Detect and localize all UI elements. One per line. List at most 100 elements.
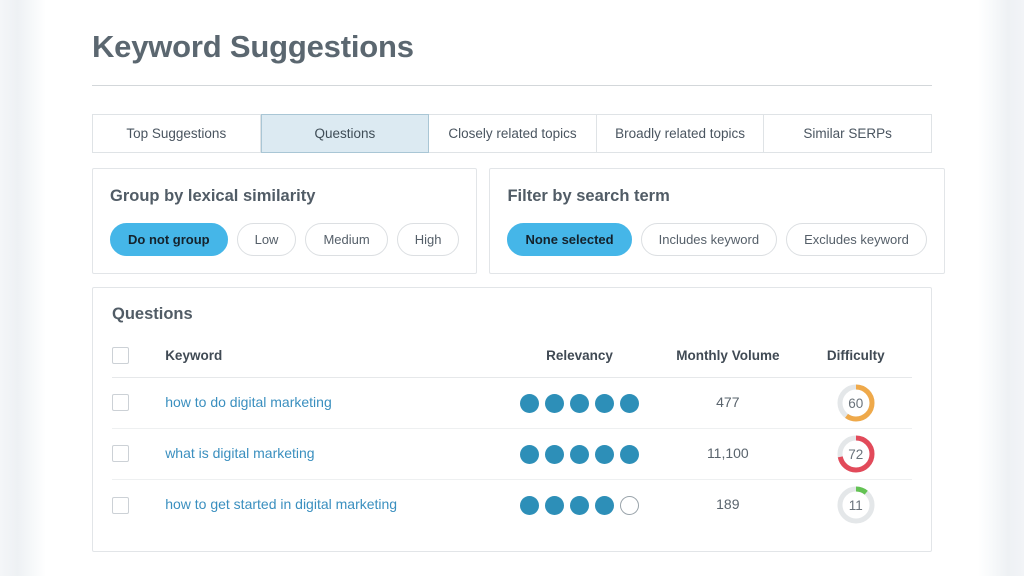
keyword-link[interactable]: how to do digital marketing [165, 394, 332, 410]
relevancy-dot-filled [620, 444, 639, 464]
monthly-volume-value: 11,100 [706, 445, 749, 461]
row-checkbox[interactable] [112, 445, 129, 463]
questions-table-card: Questions Keyword Relevancy Monthly Volu… [92, 287, 932, 552]
difficulty-cell: 72 [799, 428, 912, 480]
pill-label: None selected [525, 232, 614, 247]
pill-medium[interactable]: Medium [305, 223, 388, 256]
keyword-cell: what is digital marketing [165, 428, 503, 480]
monthly-volume-value: 477 [716, 394, 740, 410]
relevancy-dot-filled [520, 495, 539, 515]
row-select-cell [112, 428, 166, 480]
table-head: Keyword Relevancy Monthly Volume Difficu… [112, 328, 912, 378]
relevancy-dots [503, 444, 656, 464]
select-all-header [112, 328, 166, 378]
relevancy-dot-filled [595, 393, 614, 413]
difficulty-value: 60 [848, 395, 864, 411]
keyword-cell: how to get started in digital marketing [165, 480, 503, 531]
pill-label: Medium [323, 232, 370, 247]
page-content: Keyword Suggestions Top Suggestions Quest… [92, 0, 945, 552]
panel-title: Group by lexical similarity [110, 187, 316, 205]
pill-low[interactable]: Low [236, 223, 297, 256]
relevancy-dot-filled [520, 393, 539, 413]
keyword-cell: how to do digital marketing [165, 377, 503, 429]
table-row: what is digital marketing 11,100 72 [112, 428, 912, 480]
pill-label: Low [254, 232, 279, 247]
header-difficulty[interactable]: Difficulty [799, 328, 912, 378]
difficulty-value: 72 [848, 446, 864, 462]
difficulty-ring: 60 [836, 383, 876, 423]
pill-group: Do not group Low Medium High [110, 223, 460, 256]
table-row: how to do digital marketing 477 60 [112, 377, 912, 429]
pill-do-not-group[interactable]: Do not group [110, 223, 228, 256]
relevancy-dot-filled [620, 393, 639, 413]
pill-label: High [414, 232, 442, 247]
difficulty-ring-wrap: 72 [799, 434, 912, 474]
pill-excludes-keyword[interactable]: Excludes keyword [786, 223, 927, 256]
tab-closely-related-topics[interactable]: Closely related topics [429, 114, 597, 153]
pill-group: None selected Includes keyword Excludes ke… [507, 223, 927, 256]
tab-questions[interactable]: Questions [260, 114, 430, 153]
difficulty-ring-wrap: 11 [799, 485, 912, 525]
panel-group-by-lexical-similarity: Group by lexical similarity Do not group L… [92, 168, 478, 274]
keyword-link[interactable]: how to get started in digital marketing [165, 496, 397, 512]
filter-panels: Group by lexical similarity Do not group L… [92, 168, 945, 274]
tab-broadly-related-topics[interactable]: Broadly related topics [596, 114, 765, 153]
header-monthly-volume[interactable]: Monthly Volume [656, 328, 800, 378]
monthly-volume-cell: 11,100 [656, 428, 800, 480]
difficulty-ring-wrap: 60 [799, 383, 912, 423]
table-header-row: Keyword Relevancy Monthly Volume Difficu… [112, 328, 912, 378]
panel-title: Filter by search term [507, 187, 670, 205]
relevancy-dot-filled [570, 393, 589, 413]
panel-filter-by-search-term: Filter by search term None selected Includ… [489, 168, 945, 274]
tab-similar-serps[interactable]: Similar SERPs [764, 114, 932, 153]
pill-includes-keyword[interactable]: Includes keyword [640, 223, 778, 256]
pill-high[interactable]: High [396, 223, 460, 256]
page-title: Keyword Suggestions [92, 29, 414, 64]
difficulty-ring: 72 [836, 434, 876, 474]
header-keyword[interactable]: Keyword [165, 328, 503, 378]
pill-label: Excludes keyword [804, 232, 909, 247]
row-select-cell [112, 377, 166, 429]
pill-none-selected[interactable]: None selected [507, 223, 632, 256]
relevancy-dot-filled [595, 495, 614, 515]
monthly-volume-cell: 189 [656, 480, 799, 531]
monthly-volume-cell: 477 [656, 377, 800, 429]
table-body: how to do digital marketing 477 60 what is … [112, 377, 912, 531]
title-divider [92, 85, 932, 86]
relevancy-dot-filled [545, 393, 564, 413]
pill-label: Do not group [128, 232, 210, 247]
monthly-volume-value: 189 [716, 496, 740, 513]
difficulty-cell: 60 [799, 377, 912, 429]
relevancy-dots [503, 393, 656, 413]
pill-label: Includes keyword [658, 232, 760, 247]
tab-bar: Top Suggestions Questions Closely related … [92, 114, 932, 153]
tab-label: Top Suggestions [126, 126, 227, 141]
keyword-suggestions-page: Keyword Suggestions Top Suggestions Quest… [0, 0, 1024, 576]
tab-label: Broadly related topics [615, 126, 745, 141]
relevancy-dots [503, 495, 656, 515]
row-checkbox[interactable] [112, 394, 129, 412]
relevancy-dot-filled [520, 444, 539, 464]
select-all-checkbox[interactable] [112, 347, 129, 364]
keyword-link[interactable]: what is digital marketing [165, 445, 314, 461]
relevancy-cell [503, 480, 656, 531]
difficulty-cell: 11 [799, 480, 912, 531]
difficulty-value: 11 [848, 497, 863, 513]
relevancy-cell [502, 377, 657, 429]
row-checkbox[interactable] [112, 496, 129, 514]
header-relevancy[interactable]: Relevancy [502, 328, 657, 378]
relevancy-dot-filled [545, 495, 564, 515]
tab-top-suggestions[interactable]: Top Suggestions [92, 114, 261, 153]
relevancy-cell [502, 428, 657, 480]
row-select-cell [112, 480, 165, 531]
tab-label: Similar SERPs [803, 126, 892, 141]
relevancy-dot-filled [570, 495, 589, 515]
relevancy-dot-filled [595, 444, 614, 464]
tab-label: Questions [314, 126, 376, 141]
table-title: Questions [112, 305, 193, 323]
tab-label: Closely related topics [448, 126, 577, 141]
relevancy-dot-empty [620, 495, 639, 515]
table-row: how to get started in digital marketing 1… [112, 480, 912, 531]
keyword-table: Keyword Relevancy Monthly Volume Difficu… [112, 328, 912, 531]
relevancy-dot-filled [570, 444, 589, 464]
